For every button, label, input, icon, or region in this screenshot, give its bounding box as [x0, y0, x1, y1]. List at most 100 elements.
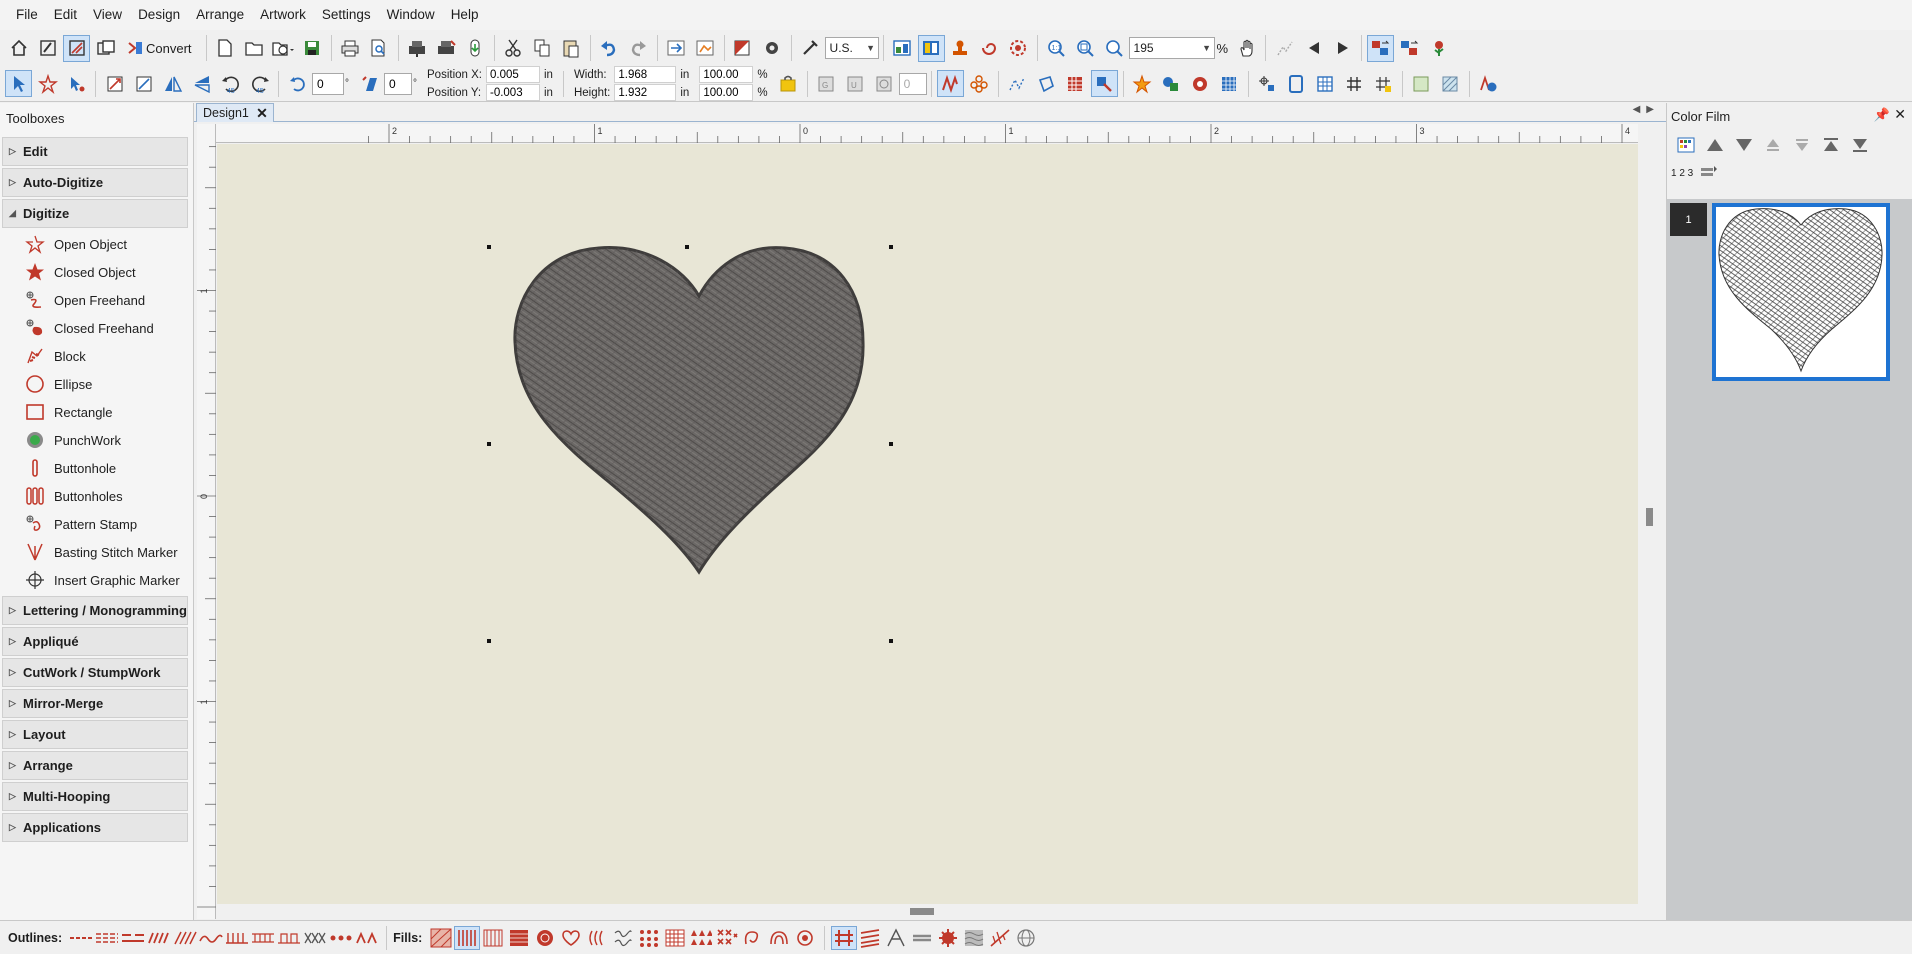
sketch-fill-icon[interactable]	[883, 926, 909, 950]
position-x-input[interactable]	[485, 66, 540, 83]
applique-flower-icon[interactable]	[1425, 35, 1452, 62]
toolbox-section-auto-digitize[interactable]: ▷ Auto-Digitize	[2, 168, 188, 197]
wave-fill-icon[interactable]	[506, 926, 532, 950]
toolbox-section-cutwork-stumpwork[interactable]: ▷ CutWork / StumpWork	[2, 658, 188, 687]
grid-fill-icon[interactable]	[1216, 70, 1243, 97]
width-input[interactable]	[614, 66, 677, 83]
selection-handle[interactable]	[889, 639, 893, 643]
step-back-icon[interactable]	[1300, 35, 1327, 62]
zoom-select[interactable]: 195 ▼	[1128, 37, 1215, 59]
tool-buttonhole[interactable]: Buttonhole	[0, 454, 193, 482]
color-combine-icon[interactable]	[1396, 35, 1423, 62]
background-pattern-icon[interactable]	[1437, 70, 1464, 97]
menu-artwork[interactable]: Artwork	[252, 0, 314, 30]
color-film-thumbnail[interactable]	[1712, 203, 1890, 381]
toolbox-section-digitize[interactable]: ◢ Digitize	[2, 199, 188, 228]
import-embroidery-icon[interactable]	[663, 35, 690, 62]
step-forward-icon[interactable]	[1329, 35, 1356, 62]
cross-fill-icon[interactable]	[714, 926, 740, 950]
copy-icon[interactable]	[529, 35, 556, 62]
selection-handle[interactable]	[487, 245, 491, 249]
resize-icon[interactable]	[101, 70, 128, 97]
send-to-machine-icon[interactable]	[404, 35, 431, 62]
settings-gear-icon[interactable]	[759, 35, 786, 62]
hoop-center-icon[interactable]	[1254, 70, 1281, 97]
menu-window[interactable]: Window	[379, 0, 443, 30]
sequence-numbers-label[interactable]: 1 2 3	[1671, 168, 1693, 179]
move-up-one-icon[interactable]	[1759, 132, 1786, 159]
tool-closed-object[interactable]: Closed Object	[0, 258, 193, 286]
tool-rectangle[interactable]: Rectangle	[0, 398, 193, 426]
convert-button[interactable]: Convert	[121, 35, 201, 62]
toolbox-section-applications[interactable]: ▷ Applications	[2, 813, 188, 842]
tool-buttonholes[interactable]: Buttonholes	[0, 482, 193, 510]
target-tool-icon[interactable]	[1005, 35, 1032, 62]
width-percent-input[interactable]	[699, 66, 754, 83]
spiral-fill-icon[interactable]	[584, 926, 610, 950]
mirror-horizontal-icon[interactable]	[159, 70, 186, 97]
ribbon-fill-icon[interactable]	[909, 926, 935, 950]
zigzag-fill-icon[interactable]	[857, 926, 883, 950]
tool-open-freehand[interactable]: Open Freehand	[0, 286, 193, 314]
point-select-icon[interactable]	[34, 70, 61, 97]
toolbox-section-lettering-monogramming[interactable]: ▷ Lettering / Monogramming	[2, 596, 188, 625]
cut-icon[interactable]	[500, 35, 527, 62]
show-hoop-icon[interactable]	[917, 34, 945, 62]
star-shape-icon[interactable]	[1129, 70, 1156, 97]
tools-icon[interactable]	[797, 35, 824, 62]
tab-scroll-arrows[interactable]: ◀▶	[1633, 104, 1660, 115]
bean-stitch-icon[interactable]	[120, 926, 146, 950]
toolbox-section-arrange[interactable]: ▷ Arrange	[2, 751, 188, 780]
multi-view-icon[interactable]	[92, 35, 119, 62]
recent-files-icon[interactable]	[270, 35, 297, 62]
scrollbar-thumb[interactable]	[910, 908, 934, 915]
shapes-icon[interactable]	[1158, 70, 1185, 97]
move-to-top-icon[interactable]	[1817, 132, 1844, 159]
contour-fill-icon[interactable]	[480, 926, 506, 950]
menu-help[interactable]: Help	[443, 0, 487, 30]
show-stitches-icon[interactable]	[936, 70, 964, 97]
lock-proportions-icon[interactable]	[775, 70, 802, 97]
selection-handle[interactable]	[889, 442, 893, 446]
toolbox-section-appliqu[interactable]: ▷ Appliqué	[2, 627, 188, 656]
horizontal-scrollbar[interactable]	[217, 904, 1638, 919]
new-file-icon[interactable]	[212, 35, 239, 62]
menu-file[interactable]: File	[8, 0, 46, 30]
redo-icon[interactable]	[625, 35, 652, 62]
satin-outline-icon[interactable]	[146, 926, 172, 950]
tool-basting-stitch-marker[interactable]: Basting Stitch Marker	[0, 538, 193, 566]
toolbox-section-edit[interactable]: ▷ Edit	[2, 137, 188, 166]
heart-embroidery[interactable]	[513, 246, 865, 575]
menu-view[interactable]: View	[85, 0, 130, 30]
cross-stitch-outline-icon[interactable]	[302, 926, 328, 950]
zoom-icon[interactable]	[1101, 35, 1128, 62]
undo-icon[interactable]	[596, 35, 623, 62]
color-film-item-number[interactable]: 1	[1670, 203, 1707, 236]
running-stitch-icon[interactable]	[68, 926, 94, 950]
height-input[interactable]	[614, 84, 677, 101]
stitch-mode-icon[interactable]	[63, 34, 90, 62]
grid-view-icon[interactable]	[1312, 70, 1339, 97]
tool-block[interactable]: Block	[0, 342, 193, 370]
fill-pattern-icon[interactable]	[1062, 70, 1089, 97]
wave-stitch-icon[interactable]	[198, 926, 224, 950]
stitch-points-icon[interactable]	[1004, 70, 1031, 97]
stitch-angle-input[interactable]	[898, 72, 927, 95]
zoom-1to1-icon[interactable]: 1:1	[1043, 35, 1070, 62]
line-fill-icon[interactable]	[831, 925, 858, 950]
print-preview-icon[interactable]	[366, 35, 393, 62]
import-graphic-icon[interactable]	[692, 35, 719, 62]
grid-fill-pattern-icon[interactable]	[662, 926, 688, 950]
pattern-fill-icon[interactable]	[428, 926, 454, 950]
move-down-one-icon[interactable]	[1788, 132, 1815, 159]
list-options-icon[interactable]	[1694, 160, 1721, 187]
paste-icon[interactable]	[558, 35, 585, 62]
grid-snap-icon[interactable]	[1370, 70, 1397, 97]
slant-angle-input[interactable]	[384, 72, 412, 95]
open-folder-icon[interactable]	[241, 35, 268, 62]
group-icon[interactable]: G	[813, 70, 840, 97]
globe-fill-icon[interactable]	[1013, 926, 1039, 950]
rotate-left-45-icon[interactable]: 45	[217, 70, 244, 97]
realistic-view-icon[interactable]	[1475, 70, 1502, 97]
pin-icon[interactable]: 📌	[1874, 107, 1890, 123]
